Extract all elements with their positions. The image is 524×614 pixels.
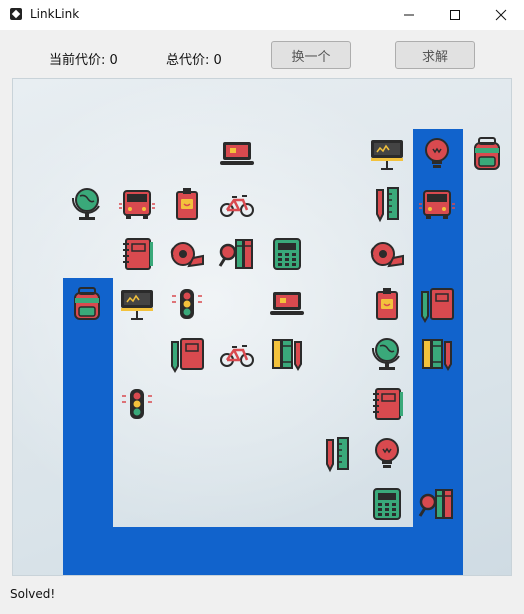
app-icon	[10, 8, 22, 20]
laptop-tile[interactable]	[213, 130, 261, 178]
school-bus-tile[interactable]	[413, 180, 461, 228]
close-button[interactable]	[478, 0, 524, 30]
school-bus-tile[interactable]	[113, 180, 161, 228]
minimize-icon	[404, 14, 414, 16]
ruler-pencil-tile[interactable]	[313, 430, 361, 478]
calculator-tile[interactable]	[363, 480, 411, 528]
laptop-icon	[270, 292, 304, 315]
globe-icon	[71, 188, 100, 220]
backpack-tile[interactable]	[63, 280, 111, 328]
current-cost-label: 当前代价: 0	[49, 53, 118, 68]
maximize-icon	[450, 10, 460, 20]
tape-tile[interactable]	[363, 230, 411, 278]
id-badge-tile[interactable]	[363, 280, 411, 328]
close-icon	[495, 9, 507, 21]
blackboard-tile[interactable]	[113, 280, 161, 328]
ruler-pencil-icon	[326, 437, 349, 473]
books-pencil-icon	[272, 339, 302, 371]
globe-tile[interactable]	[363, 330, 411, 378]
lightbulb-icon	[375, 438, 399, 468]
books-pencil-icon	[422, 339, 452, 371]
blackboard-tile[interactable]	[363, 130, 411, 178]
notebook-icon	[373, 388, 403, 420]
title-bar: LinkLink	[0, 0, 524, 30]
calculator-icon	[373, 488, 401, 520]
lightbulb-tile[interactable]	[363, 430, 411, 478]
school-bus-icon	[119, 190, 155, 219]
magnifier-books-icon	[218, 239, 253, 269]
status-text: Solved!	[10, 587, 56, 601]
shuffle-button[interactable]: 换一个	[271, 41, 351, 69]
notebook-pencil-tile[interactable]	[163, 330, 211, 378]
traffic-light-tile[interactable]	[163, 280, 211, 328]
school-bus-icon	[419, 190, 455, 219]
total-cost-label: 总代价: 0	[166, 53, 222, 68]
ruler-pencil-icon	[376, 187, 399, 223]
calculator-icon	[273, 238, 301, 270]
notebook-pencil-icon	[421, 288, 454, 323]
traffic-light-icon	[122, 389, 152, 419]
window-title: LinkLink	[30, 7, 80, 21]
maximize-button[interactable]	[432, 0, 478, 30]
backpack-icon	[474, 137, 500, 170]
id-badge-tile[interactable]	[163, 180, 211, 228]
magnifier-books-tile[interactable]	[213, 230, 261, 278]
laptop-icon	[220, 142, 254, 165]
traffic-light-tile[interactable]	[113, 380, 161, 428]
id-badge-icon	[176, 188, 198, 220]
laptop-tile[interactable]	[263, 280, 311, 328]
id-badge-icon	[376, 288, 398, 320]
books-pencil-tile[interactable]	[413, 330, 461, 378]
minimize-button[interactable]	[386, 0, 432, 30]
globe-tile[interactable]	[63, 180, 111, 228]
bicycle-icon	[220, 345, 254, 367]
tape-icon	[170, 242, 204, 268]
magnifier-books-icon	[418, 489, 453, 519]
notebook-icon	[123, 238, 153, 270]
calculator-tile[interactable]	[263, 230, 311, 278]
tape-icon	[370, 242, 404, 268]
ruler-pencil-tile[interactable]	[363, 180, 411, 228]
bicycle-icon	[220, 195, 254, 217]
books-pencil-tile[interactable]	[263, 330, 311, 378]
notebook-tile[interactable]	[113, 230, 161, 278]
blackboard-icon	[371, 140, 403, 170]
magnifier-books-tile[interactable]	[413, 480, 461, 528]
traffic-light-icon	[172, 289, 202, 319]
solve-button[interactable]: 求解	[395, 41, 475, 69]
bicycle-tile[interactable]	[213, 330, 261, 378]
lightbulb-icon	[425, 138, 449, 168]
notebook-tile[interactable]	[363, 380, 411, 428]
notebook-pencil-tile[interactable]	[413, 280, 461, 328]
solution-path-bottom	[63, 527, 463, 575]
backpack-tile[interactable]	[463, 130, 511, 178]
globe-icon	[371, 338, 400, 370]
blackboard-icon	[121, 290, 153, 320]
tape-tile[interactable]	[163, 230, 211, 278]
bicycle-tile[interactable]	[213, 180, 261, 228]
game-board	[12, 78, 512, 576]
lightbulb-tile[interactable]	[413, 130, 461, 178]
notebook-pencil-icon	[171, 338, 204, 373]
backpack-icon	[74, 287, 100, 320]
